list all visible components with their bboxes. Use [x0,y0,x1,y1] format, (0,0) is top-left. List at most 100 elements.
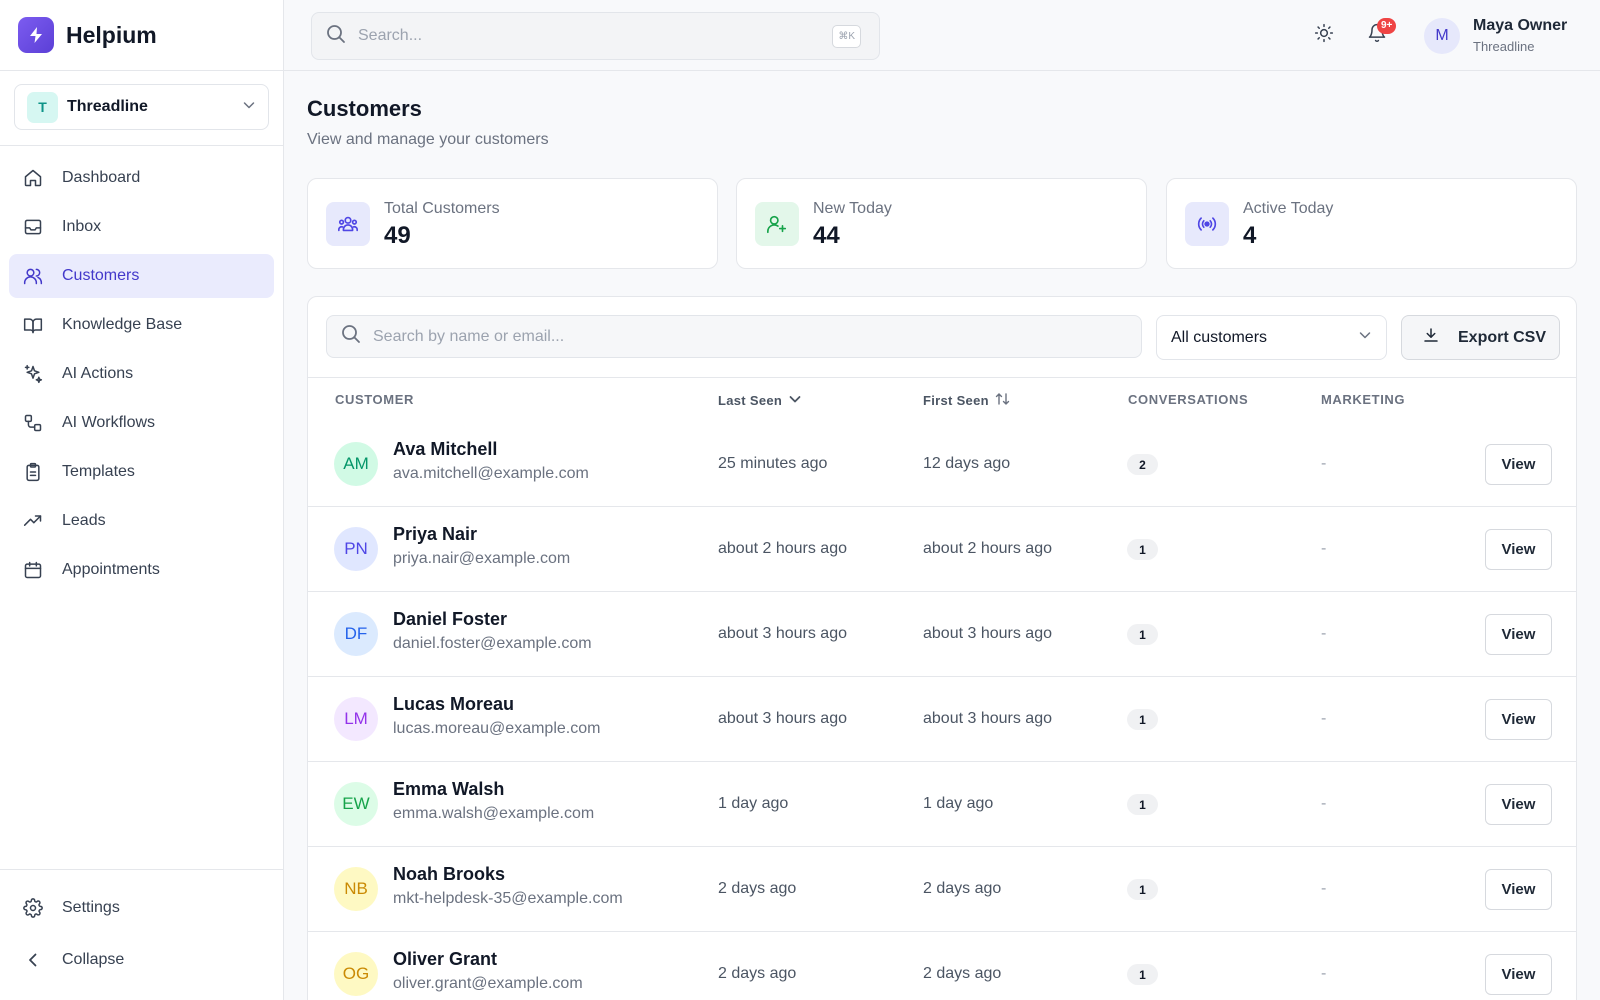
table-header: CUSTOMER Last Seen First Seen CONVERSATI… [308,377,1576,422]
table-row: EW Emma Walsh emma.walsh@example.com 1 day … [308,762,1576,847]
sidebar-nav: Dashboard Inbox Customers Knowledge Base AI … [0,146,283,592]
first-seen-cell: about 3 hours ago [923,625,1052,642]
sort-icon [989,392,1011,409]
avatar: OG [334,952,378,996]
first-seen-cell: 2 days ago [923,880,1002,897]
view-customer-button[interactable]: View [1485,784,1552,825]
conversations-count-badge: 1 [1127,709,1158,730]
users-icon [23,266,43,286]
avatar: EW [334,782,378,826]
view-customer-button[interactable]: View [1485,954,1552,995]
customer-name: Priya Nair [393,524,478,544]
export-label: Export CSV [1458,328,1547,346]
home-icon [23,168,43,188]
topbar: Search... ⌘K 9+ M Maya Owner Threadline [284,0,1600,71]
customer-name: Lucas Moreau [393,694,515,714]
trending-up-icon [23,511,43,531]
chevron-down-icon [242,98,256,117]
stat-value: 4 [1243,222,1257,249]
customer-name: Noah Brooks [393,864,506,884]
table-row: AM Ava Mitchell ava.mitchell@example.com 25… [308,422,1576,507]
avatar: NB [334,867,378,911]
sidebar: Helpium T Threadline Dashboard Inbox Custo… [0,0,284,1000]
view-customer-button[interactable]: View [1485,444,1552,485]
customer-name: Oliver Grant [393,949,498,969]
column-header-last-seen[interactable]: Last Seen [718,392,802,409]
brand-name: Helpium [66,21,157,48]
view-customer-button[interactable]: View [1485,614,1552,655]
table-row: NB Noah Brooks mkt-helpdesk-35@example.com… [308,847,1576,932]
avatar: PN [334,527,378,571]
filter-value: All customers [1171,328,1268,346]
avatar: DF [334,612,378,656]
workspace-selector[interactable]: T Threadline [14,84,269,130]
column-header-marketing: MARKETING [1321,392,1406,407]
first-seen-cell: 2 days ago [923,965,1002,982]
sidebar-item-label: Appointments [62,561,160,578]
view-customer-button[interactable]: View [1485,869,1552,910]
stat-value: 49 [384,222,411,249]
sidebar-item-leads[interactable]: Leads [9,499,274,543]
customer-email: ava.mitchell@example.com [393,465,589,482]
sidebar-item-label: Settings [62,899,120,916]
column-label: Last Seen [718,393,783,408]
marketing-cell: - [1321,795,1327,812]
marketing-cell: - [1321,965,1327,982]
chevron-down-icon [782,392,802,409]
stat-label: Total Customers [384,200,500,217]
view-customer-button[interactable]: View [1485,529,1552,570]
user-org: Threadline [1473,39,1535,54]
radio-icon [1185,202,1229,246]
sidebar-item-inbox[interactable]: Inbox [9,205,274,249]
book-icon [23,315,43,335]
users-icon [326,202,370,246]
global-search-input[interactable]: Search... ⌘K [311,12,880,60]
sidebar-item-dashboard[interactable]: Dashboard [9,156,274,200]
customer-name: Emma Walsh [393,779,505,799]
sidebar-item-ai-actions[interactable]: AI Actions [9,352,274,396]
page-title: Customers [307,96,422,121]
column-header-first-seen[interactable]: First Seen [923,392,1011,409]
customer-search-input[interactable]: Search by name or email... [326,315,1142,358]
customer-filter-select[interactable]: All customers [1156,315,1387,360]
sidebar-item-label: AI Actions [62,365,134,382]
conversations-count-badge: 2 [1127,454,1158,475]
table-row: OG Oliver Grant oliver.grant@example.com 2 … [308,932,1576,1000]
export-csv-button[interactable]: Export CSV [1401,315,1560,360]
last-seen-cell: about 3 hours ago [718,625,847,642]
view-customer-button[interactable]: View [1485,699,1552,740]
collapse-label: Collapse [62,951,125,968]
stat-label: Active Today [1243,200,1334,217]
workspace-name: Threadline [67,98,148,115]
conversations-count-badge: 1 [1127,879,1158,900]
customer-email: oliver.grant@example.com [393,975,583,992]
sidebar-item-settings[interactable]: Settings [9,886,274,930]
customer-email: priya.nair@example.com [393,550,571,567]
theme-toggle-button[interactable] [1312,23,1336,47]
lightning-icon[interactable] [18,17,54,53]
avatar[interactable]: M [1424,18,1460,54]
sidebar-item-appointments[interactable]: Appointments [9,548,274,592]
search-placeholder: Search... [358,27,423,44]
last-seen-cell: about 2 hours ago [718,540,847,557]
last-seen-cell: about 3 hours ago [718,710,847,727]
last-seen-cell: 25 minutes ago [718,455,828,472]
avatar: LM [334,697,378,741]
sidebar-item-templates[interactable]: Templates [9,450,274,494]
sidebar-item-label: Customers [62,267,140,284]
customer-name: Ava Mitchell [393,439,498,459]
sidebar-item-knowledge-base[interactable]: Knowledge Base [9,303,274,347]
marketing-cell: - [1321,540,1327,557]
sidebar-item-customers[interactable]: Customers [9,254,274,298]
column-header-conversations: CONVERSATIONS [1128,392,1249,407]
sidebar-item-label: Knowledge Base [62,316,183,333]
chevron-down-icon [1358,328,1372,347]
collapse-button[interactable]: Collapse [9,938,274,982]
sun-icon [1314,23,1334,48]
notifications-button[interactable]: 9+ [1365,18,1397,47]
avatar: AM [334,442,378,486]
sidebar-item-ai-workflows[interactable]: AI Workflows [9,401,274,445]
sidebar-item-label: AI Workflows [62,414,156,431]
user-name[interactable]: Maya Owner [1473,17,1567,35]
customer-email: daniel.foster@example.com [393,635,592,652]
